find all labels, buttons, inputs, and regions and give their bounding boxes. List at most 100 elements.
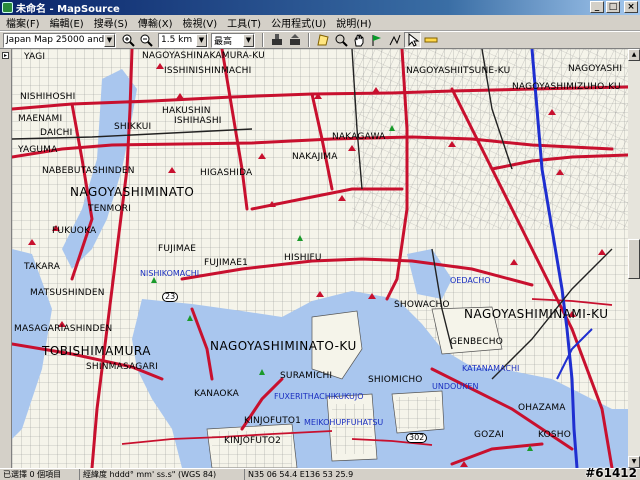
menu-bar: 檔案(F) 編輯(E) 搜尋(S) 傳輸(X) 檢視(V) 工具(T) 公用程式…	[0, 15, 640, 31]
map-label: NISHIKOMACHI	[140, 269, 200, 278]
map-label: NAKAJIMA	[292, 152, 338, 162]
map-label: ISHIHASHI	[174, 116, 222, 126]
receive-from-device-icon[interactable]	[268, 32, 285, 48]
window-title: 未命名 - MapSource	[16, 4, 120, 15]
map-view[interactable]: YAGI NAGOYASHINAKAMURA-KU ISSHINISHINMAC…	[12, 49, 628, 468]
map-label: HISHIFU	[284, 253, 322, 263]
map-label: KOSHO	[538, 430, 572, 440]
map-label: NAGOYASHIMINATO-KU	[210, 339, 357, 353]
toolbar: Japan Map 25000 and Topo v1 ▼ 1.5 km ▼ 最…	[0, 31, 640, 49]
map-label: MATSUSHINDEN	[30, 288, 105, 298]
map-label: NAGOYASHIITSUNE-KU	[406, 66, 511, 76]
zoom-scale-select[interactable]: 1.5 km ▼	[158, 32, 208, 48]
map-label: KINJOFUTO2	[224, 436, 282, 446]
road-label: KATANAMACHI	[462, 364, 520, 373]
selection-tool-icon[interactable]	[404, 32, 421, 48]
map-label: TAKARA	[24, 262, 61, 272]
menu-utilities[interactable]: 公用程式(U)	[266, 15, 331, 30]
toolbar-separator	[262, 33, 264, 47]
road-label: OEDACHO	[450, 276, 491, 285]
menu-file[interactable]: 檔案(F)	[2, 15, 45, 30]
zoom-out-icon[interactable]	[137, 32, 154, 48]
map-label: YAGI	[24, 52, 46, 62]
map-label: GENBECHO	[450, 337, 503, 347]
selection-status: 已選擇 0 個項目	[0, 469, 80, 480]
waypoint-tool-icon[interactable]	[368, 32, 385, 48]
map-label: TENMORI	[88, 204, 132, 214]
map-label: FUJIMAE1	[204, 258, 249, 268]
scroll-up-icon[interactable]: ▲	[628, 49, 640, 61]
status-bar: 已選擇 0 個項目 經緯度 hddd° mm' ss.s" (WGS 84) N…	[0, 468, 640, 480]
map-label: SHIKKUI	[114, 122, 152, 132]
route-shield: 302	[406, 433, 428, 443]
minimize-button[interactable]: _	[590, 1, 604, 13]
map-label: KANAOKA	[194, 389, 240, 399]
map-label: NISHIHOSHI	[20, 92, 76, 102]
map-label: SURAMICHI	[280, 371, 333, 381]
map-area: ▸ YAGI NAGOYASHINAKAMURA-KU ISSHINISHINM…	[0, 49, 640, 468]
cursor-coordinates: N35 06 54.4 E136 53 25.9	[248, 470, 354, 479]
toolbar-separator	[308, 33, 310, 47]
map-label: SHINMASAGARI	[86, 362, 159, 372]
map-label: NAKAGAWA	[332, 132, 386, 142]
zoom-tool-icon[interactable]	[332, 32, 349, 48]
menu-view[interactable]: 檢視(V)	[178, 15, 223, 30]
map-label: HIGASHIDA	[200, 168, 253, 178]
road-label: UNDOUKEN	[432, 382, 479, 391]
map-label: GOZAI	[474, 430, 505, 440]
detail-level-select[interactable]: 最高 ▼	[211, 32, 255, 48]
title-bar[interactable]: 未命名 - MapSource _ □ ×	[0, 0, 640, 15]
app-icon	[2, 2, 13, 13]
chevron-down-icon[interactable]: ▼	[196, 33, 207, 47]
hand-pan-icon[interactable]	[350, 32, 367, 48]
measure-tool-icon[interactable]	[422, 32, 439, 48]
panel-toggle-icon[interactable]: ▸	[2, 52, 9, 59]
map-product-value: Japan Map 25000 and Topo v1	[6, 35, 104, 45]
route-tool-icon[interactable]	[386, 32, 403, 48]
chevron-down-icon[interactable]: ▼	[104, 33, 115, 47]
map-label: ISSHINISHINMACHI	[164, 66, 252, 76]
map-left-strip: ▸	[0, 49, 12, 468]
map-label: MASAGARIASHINDEN	[14, 324, 113, 334]
coordinate-format: 經緯度 hddd° mm' ss.s" (WGS 84)	[80, 469, 245, 480]
menu-tools[interactable]: 工具(T)	[222, 15, 266, 30]
road-label: FUXERITHACHIKUKUJO	[274, 392, 364, 401]
watermark-text: #61412	[585, 466, 637, 480]
map-label: HAKUSHIN	[162, 106, 211, 116]
chevron-down-icon[interactable]: ▼	[243, 33, 254, 47]
menu-help[interactable]: 說明(H)	[331, 15, 376, 30]
map-label: MAENAMI	[18, 114, 63, 124]
map-label: FUKUOKA	[52, 226, 97, 236]
zoom-in-icon[interactable]	[119, 32, 136, 48]
map-label: NAGOYASHINAKAMURA-KU	[142, 51, 265, 61]
zoom-scale-value: 1.5 km	[161, 35, 193, 45]
route-shield: 23	[162, 292, 179, 302]
scroll-thumb[interactable]	[628, 239, 640, 279]
send-to-device-icon[interactable]	[286, 32, 303, 48]
detail-level-value: 最高	[214, 36, 233, 47]
map-label: NAGOYASHIMINAMI-KU	[464, 307, 609, 321]
mapsource-window: 未命名 - MapSource _ □ × 檔案(F) 編輯(E) 搜尋(S) …	[0, 0, 640, 480]
map-product-select[interactable]: Japan Map 25000 and Topo v1 ▼	[3, 32, 116, 48]
map-label: YAGUMA	[18, 145, 58, 155]
map-label: OHAZAMA	[518, 403, 566, 413]
map-label: FUJIMAE	[158, 244, 197, 254]
map-tool-icon[interactable]	[314, 32, 331, 48]
window-controls: _ □ ×	[590, 1, 638, 13]
map-label: TOBISHIMAMURA	[42, 344, 151, 358]
map-label: NAGOYASHIMINATO	[70, 185, 195, 199]
map-label: KINJOFUTO1	[244, 416, 302, 426]
close-button[interactable]: ×	[624, 1, 638, 13]
vertical-scrollbar[interactable]: ▲ ▼	[628, 49, 640, 468]
menu-edit[interactable]: 編輯(E)	[45, 15, 89, 30]
map-label: SHOWACHO	[394, 300, 450, 310]
maximize-button[interactable]: □	[606, 1, 620, 13]
road-label: MEIKOHUPFUHATSU	[304, 418, 384, 427]
menu-find[interactable]: 搜尋(S)	[89, 15, 133, 30]
map-label: SHIOMICHO	[368, 375, 423, 385]
menu-transfer[interactable]: 傳輸(X)	[133, 15, 178, 30]
map-label: NABEBUTASHINDEN	[42, 166, 135, 176]
map-label: DAICHI	[40, 128, 73, 138]
map-label: NAGOYASHI	[568, 64, 623, 74]
map-label: NAGOYASHIMIZUHO-KU	[512, 82, 621, 92]
